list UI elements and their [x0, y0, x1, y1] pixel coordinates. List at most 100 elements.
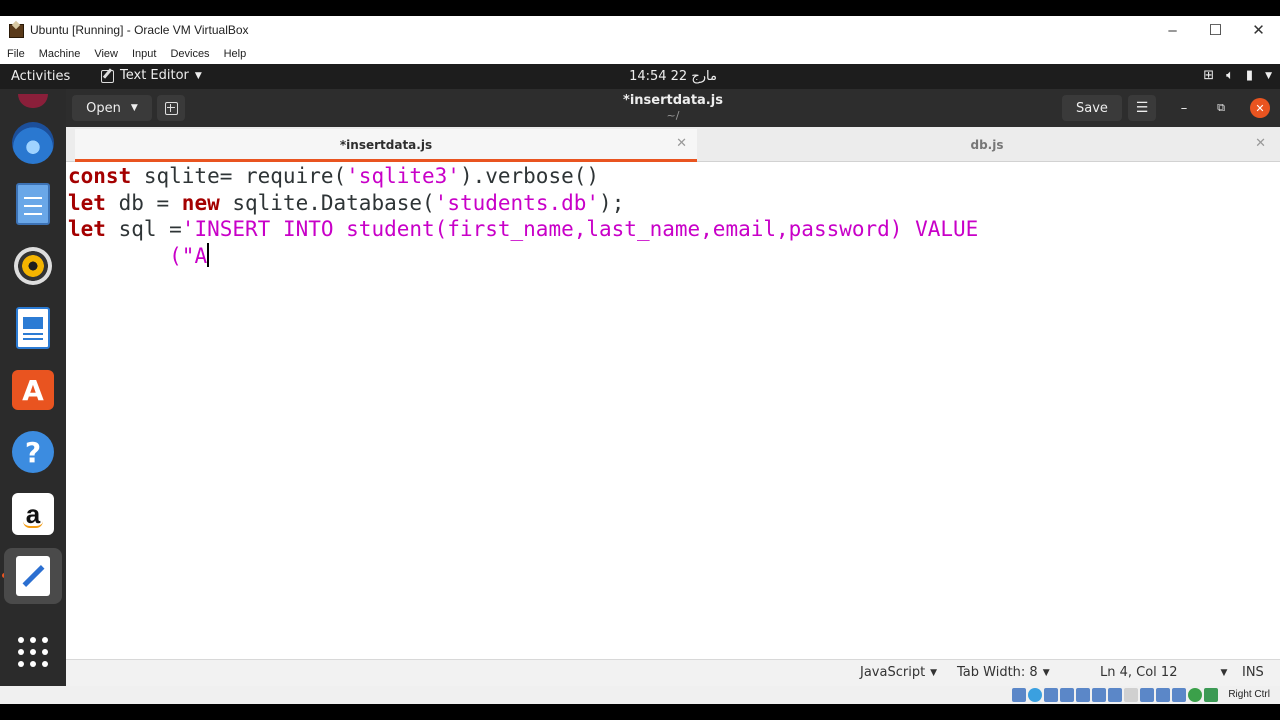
cpu-icon[interactable]	[1172, 688, 1186, 702]
insert-mode-label: INS	[1242, 665, 1264, 680]
code-line[interactable]: let sql ='INSERT INTO student(first_name…	[68, 216, 1278, 243]
dock-item-files[interactable]	[10, 181, 56, 227]
dock-item-thunderbird[interactable]	[10, 120, 56, 166]
host-device-icons	[1012, 688, 1218, 702]
language-selector[interactable]: JavaScript ▼	[860, 665, 937, 680]
gnome-topbar: Activities Text Editor ▼ 14:54 22 مارج ⊞…	[0, 64, 1280, 89]
tab-label: db.js	[970, 137, 1004, 152]
headerbar: Open ▼ *insertdata.js ~/ Save ☰ – ⧉ ✕	[66, 89, 1280, 127]
code-text: sqlite.Database(	[219, 190, 435, 215]
dock-item-amazon[interactable]: a	[10, 491, 56, 537]
show-applications-button[interactable]	[10, 629, 56, 675]
host-statusbar: Right Ctrl	[0, 686, 1280, 704]
audio-icon[interactable]	[1044, 688, 1058, 702]
code-text: sql =	[105, 217, 182, 241]
usb-icon[interactable]	[1076, 688, 1090, 702]
hard-disk-icon[interactable]	[1012, 688, 1026, 702]
dock-item-help[interactable]: ?	[10, 429, 56, 475]
code-keyword: const	[68, 164, 132, 188]
host-close-button[interactable]: ✕	[1237, 16, 1280, 44]
save-button[interactable]: Save	[1062, 95, 1122, 121]
battery-icon: ▮	[1245, 68, 1254, 83]
chevron-down-icon: ▼	[930, 667, 938, 678]
code-string: 'students.db'	[434, 190, 600, 215]
cursor-position-label: Ln 4, Col 12	[1100, 665, 1178, 680]
status-bar: JavaScript ▼ Tab Width: 8 ▼ Ln 4, Col 12…	[66, 659, 1280, 686]
code-line[interactable]: const sqlite= require('sqlite3').verbose…	[68, 163, 1278, 190]
clock[interactable]: 14:54 22 مارج	[0, 69, 1280, 84]
dock-item-rhythmbox[interactable]	[10, 243, 56, 289]
app-icon	[18, 94, 48, 108]
volume-icon: 🔈︎	[1226, 68, 1234, 83]
menu-devices[interactable]: Devices	[163, 48, 216, 60]
mouse-integration-icon[interactable]	[1140, 688, 1154, 702]
menu-machine[interactable]: Machine	[32, 48, 88, 60]
letterbox-top	[0, 0, 1280, 16]
menu-help[interactable]: Help	[217, 48, 254, 60]
chevron-down-icon: ▼	[1220, 667, 1228, 678]
tab-db[interactable]: db.js ✕	[698, 129, 1276, 160]
tab-width-label: Tab Width: 8	[957, 665, 1038, 680]
menu-file[interactable]: File	[0, 48, 32, 60]
code-text: sqlite= require(	[131, 164, 347, 188]
display-icon[interactable]	[1108, 688, 1122, 702]
virtualbox-icon	[8, 22, 24, 38]
code-line[interactable]: let db = new sqlite.Database('students.d…	[68, 190, 1278, 217]
guest-screen: Activities Text Editor ▼ 14:54 22 مارج ⊞…	[0, 64, 1280, 686]
dock-item-writer[interactable]	[10, 305, 56, 351]
show-applications-icon	[18, 637, 48, 667]
language-label: JavaScript	[860, 665, 926, 680]
hamburger-menu-button[interactable]: ☰	[1128, 95, 1156, 121]
host-window-controls: – ☐ ✕	[1151, 16, 1280, 44]
tab-width-selector[interactable]: Tab Width: 8 ▼	[957, 665, 1050, 680]
menu-input[interactable]: Input	[125, 48, 163, 60]
text-editor-icon	[16, 556, 50, 596]
host-minimize-button[interactable]: –	[1151, 16, 1194, 44]
code-keyword: let	[68, 190, 106, 215]
menu-view[interactable]: View	[87, 48, 125, 60]
vt-x-icon[interactable]	[1188, 688, 1202, 702]
maximize-icon: ⧉	[1217, 101, 1225, 114]
code-text: db =	[105, 190, 182, 215]
insert-mode: INS	[1242, 665, 1264, 680]
code-line[interactable]: ("A	[68, 242, 1278, 270]
letterbox-bottom	[0, 704, 1280, 720]
shared-folder-icon[interactable]	[1092, 688, 1106, 702]
minimize-icon: –	[1180, 100, 1188, 116]
amazon-icon: a	[12, 493, 54, 535]
code-string: 'sqlite3'	[346, 164, 460, 188]
hamburger-icon: ☰	[1135, 100, 1149, 116]
ubuntu-software-icon: A	[12, 370, 54, 410]
network-adapter-icon[interactable]	[1060, 688, 1074, 702]
close-button[interactable]: ✕	[1250, 98, 1270, 118]
code-string: ("A	[169, 243, 208, 268]
host-titlebar: Ubuntu [Running] - Oracle VM VirtualBox …	[0, 16, 1280, 44]
chevron-down-icon: ▼	[1265, 70, 1272, 81]
minimize-button[interactable]: –	[1174, 98, 1194, 118]
cursor-position[interactable]: Ln 4, Col 12 ▼	[1100, 665, 1227, 680]
host-key-label: Right Ctrl	[1228, 689, 1270, 700]
libreoffice-writer-icon	[16, 307, 50, 349]
keyboard-icon[interactable]	[1204, 688, 1218, 702]
tab-close-icon[interactable]: ✕	[676, 136, 687, 151]
close-icon: ✕	[1255, 101, 1265, 115]
maximize-button[interactable]: ⧉	[1211, 98, 1231, 118]
tab-label: *insertdata.js	[339, 137, 433, 152]
host-menubar: File Machine View Input Devices Help	[0, 44, 1280, 64]
dock-item-text-editor[interactable]	[4, 548, 62, 604]
dock-item-partial[interactable]	[10, 91, 56, 111]
tab-insertdata[interactable]: *insertdata.js ✕	[75, 129, 697, 162]
dock-item-software[interactable]: A	[10, 367, 56, 413]
tab-close-icon[interactable]: ✕	[1255, 136, 1266, 151]
code-string: 'INSERT INTO student(first_name,last_nam…	[181, 217, 979, 241]
system-tray[interactable]: ⊞ 🔈︎ ▮ ▼	[1203, 68, 1272, 83]
code-keyword: new	[181, 190, 220, 215]
code-editor[interactable]: const sqlite= require('sqlite3').verbose…	[68, 163, 1278, 659]
host-maximize-button[interactable]: ☐	[1194, 16, 1237, 44]
files-icon	[16, 183, 50, 225]
dock: A ? a	[0, 89, 66, 686]
text-cursor	[207, 242, 210, 267]
optical-drive-icon[interactable]	[1028, 688, 1042, 702]
capture-icon[interactable]	[1156, 688, 1170, 702]
recording-icon[interactable]	[1124, 688, 1138, 702]
